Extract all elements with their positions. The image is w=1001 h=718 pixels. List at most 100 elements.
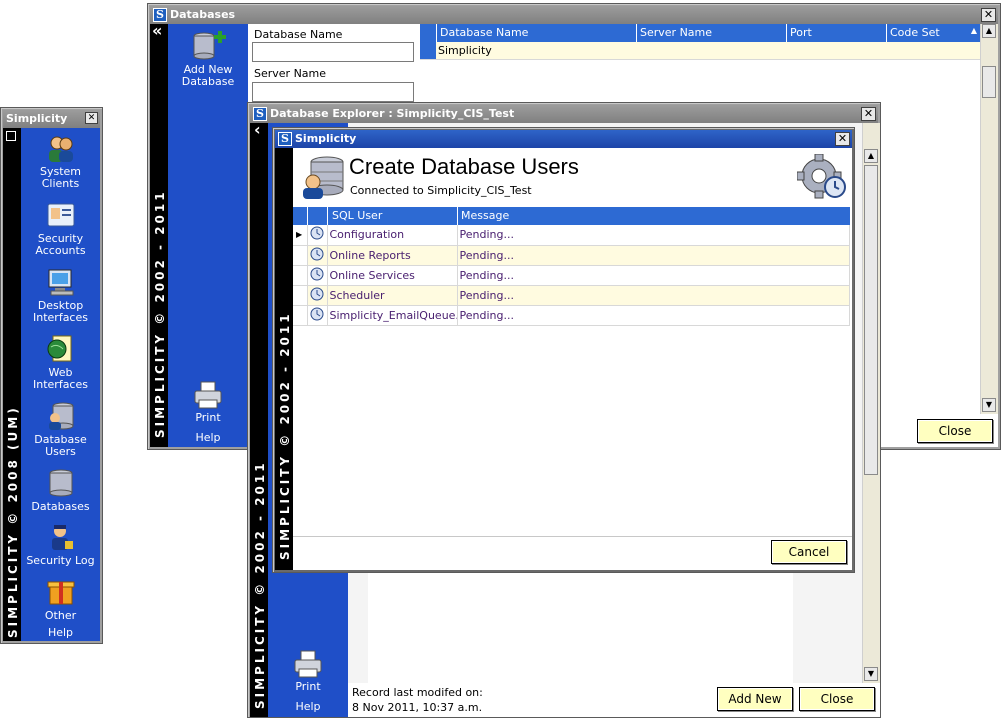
explorer-window-titlebar[interactable]: S Database Explorer : Simplicity_CIS_Tes… [250,105,878,123]
cell-database-name: Simplicity [438,44,492,57]
cell-message: Pending... [457,285,850,306]
status-header-cell [307,207,327,225]
help-link[interactable]: Help [21,627,100,639]
sidebar-window-titlebar[interactable]: Simplicity ✕ [3,110,100,128]
column-header-port[interactable]: Port [786,24,886,42]
collapse-icon[interactable]: ‹ [254,122,261,138]
row-header-cell [293,305,308,326]
brand-vertical-text: SIMPLICITY © 2008 (UM) [6,405,20,638]
print-button[interactable]: Print [168,380,248,424]
cell-sql-user: Configuration [327,225,458,246]
app-logo-icon: S [253,107,267,121]
brand-vertical-text: SIMPLICITY © 2002 - 2011 [153,189,167,438]
databases-grid-scrollbar[interactable]: ▲ ▼ [980,24,998,414]
cancel-button[interactable]: Cancel [771,540,847,564]
databases-nav-panel: Add New Database Print Help [168,24,248,447]
nav-item-security-accounts[interactable]: Security Accounts [21,199,100,257]
close-icon[interactable]: ✕ [861,107,876,121]
system-clients-icon [48,136,73,162]
gear-clock-icon [797,154,846,199]
column-header-database-name[interactable]: Database Name [436,24,636,42]
printer-icon [294,650,322,678]
scroll-down-icon[interactable]: ▼ [982,398,996,412]
table-row[interactable]: Simplicity [420,42,980,60]
databases-window-titlebar[interactable]: S Databases ✕ [150,6,998,24]
explorer-scrollbar[interactable]: ▲ ▼ [862,123,880,683]
nav-label: Security Accounts [35,232,86,257]
nav-item-database-users[interactable]: Database Users [21,400,100,458]
nav-item-system-clients[interactable]: System Clients [21,132,100,190]
nav-item-security-log[interactable]: Security Log [21,521,100,567]
users-grid-header: SQL User Message [293,207,850,225]
database-name-input[interactable] [252,42,414,62]
cell-sql-user: Online Reports [327,245,458,266]
close-button[interactable]: Close [799,687,875,711]
help-link[interactable]: Help [168,432,248,444]
sidebar-window-title: Simplicity [6,112,68,125]
cell-message: Pending... [457,265,850,286]
users-table: ▶ Configuration Pending... Online Report… [293,225,850,326]
nav-item-other[interactable]: Other [21,576,100,622]
nav-label: Desktop Interfaces [33,299,88,324]
close-icon[interactable]: ✕ [981,8,996,22]
database-users-icon [303,156,344,199]
clock-icon [307,225,328,246]
nav-item-desktop-interfaces[interactable]: Desktop Interfaces [21,266,100,324]
help-link[interactable]: Help [268,701,348,713]
databases-window-title: Databases [170,8,236,21]
column-header-message[interactable]: Message [457,207,850,225]
dialog-footer: Cancel [293,536,852,570]
explorer-window-title: Database Explorer : Simplicity_CIS_Test [270,107,515,120]
clock-icon [307,245,328,266]
close-button[interactable]: Close [917,419,993,443]
collapse-icon[interactable]: « [152,23,162,39]
scroll-thumb[interactable] [982,66,996,98]
scroll-up-icon[interactable]: ▲ [864,149,878,163]
table-row[interactable]: Online Services Pending... [293,265,850,286]
column-header-sql-user[interactable]: SQL User [327,207,457,225]
close-icon[interactable]: ✕ [835,132,850,146]
cell-sql-user: Simplicity_EmailQueue... [327,305,458,326]
server-name-label: Server Name [254,67,327,80]
nav-label: Web Interfaces [33,366,88,391]
security-accounts-icon [47,203,74,227]
dialog-title: Simplicity [295,132,357,145]
nav-label: System Clients [39,165,82,190]
print-label: Print [195,411,221,424]
column-header-code-set[interactable]: Code Set [886,24,980,42]
other-icon [47,581,74,605]
scroll-thumb[interactable] [864,165,878,475]
desktop-interfaces-icon [48,269,73,296]
brand-bar: « SIMPLICITY © 2002 - 2011 [150,23,168,447]
brand-bar: ‹ SIMPLICITY © 2002 - 2011 [250,122,268,717]
scroll-down-icon[interactable]: ▼ [864,667,878,681]
sidebar-nav-panel: System Clients Security Accounts Desktop… [21,128,100,641]
server-name-input[interactable] [252,82,414,102]
app-logo-icon: S [278,132,292,146]
add-new-database-label: Add New Database [181,63,235,88]
table-row[interactable]: Scheduler Pending... [293,285,850,306]
add-database-icon [193,31,226,60]
sort-ascending-icon: ▲ [970,26,977,35]
restore-icon[interactable] [6,131,16,141]
nav-item-databases[interactable]: Databases [21,467,100,513]
cell-message: Pending... [457,305,850,326]
close-icon[interactable]: ✕ [85,112,98,124]
brand-vertical-text: SIMPLICITY © 2002 - 2011 [253,460,267,709]
scroll-up-icon[interactable]: ▲ [982,24,996,38]
dialog-titlebar[interactable]: S Simplicity ✕ [275,130,852,148]
clock-icon [307,285,328,306]
database-name-label: Database Name [254,28,343,41]
database-users-icon [48,402,73,430]
add-new-database-button[interactable]: Add New Database [168,30,248,88]
nav-item-web-interfaces[interactable]: Web Interfaces [21,333,100,391]
column-header-server-name[interactable]: Server Name [636,24,786,42]
add-new-button[interactable]: Add New [717,687,793,711]
nav-label: Databases [31,500,90,513]
table-row[interactable]: Simplicity_EmailQueue... Pending... [293,305,850,326]
table-row[interactable]: Online Reports Pending... [293,245,850,266]
table-row[interactable]: ▶ Configuration Pending... [293,225,850,246]
print-button[interactable]: Print [268,649,348,693]
dialog-body: Create Database Users Connected to Simpl… [293,148,852,570]
explorer-content-pane [368,573,793,683]
